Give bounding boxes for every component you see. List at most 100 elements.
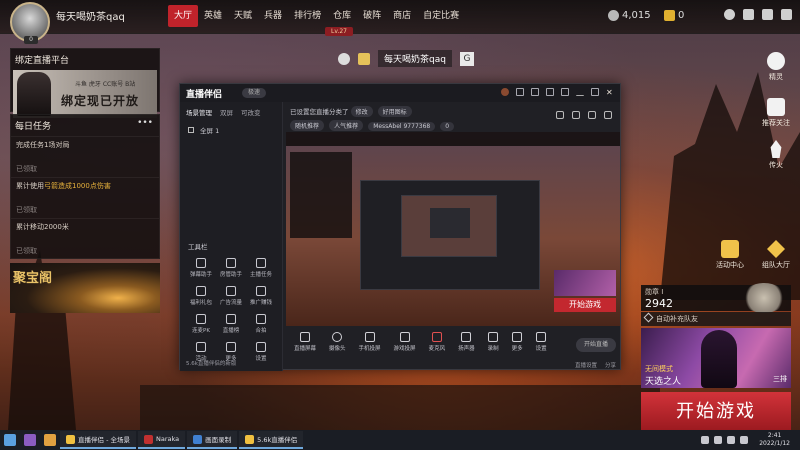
stream-settings-link[interactable]: 直播设置 (575, 361, 597, 369)
source-screen[interactable]: 直播屏幕 (294, 332, 316, 352)
tray-chevron-icon[interactable] (701, 436, 710, 444)
tool-duet[interactable]: 合拍 (246, 314, 276, 334)
flag-icon[interactable] (358, 52, 370, 65)
go-live-button[interactable]: 开始直播 (576, 338, 616, 352)
nav-lobby[interactable]: 大厅 (168, 5, 199, 27)
gold-bar-icon (664, 10, 675, 21)
auto-fill-toggle[interactable]: 自动补充队友 (641, 312, 791, 326)
nav-weapons[interactable]: 兵器 (258, 5, 288, 27)
nav-custom-match[interactable]: 自定比赛 (417, 5, 465, 27)
volume-icon[interactable] (727, 436, 736, 444)
random-recommend-pill[interactable]: 随机推荐 (290, 120, 325, 131)
nav-leaderboard[interactable]: 排行榜 (288, 5, 327, 27)
settings-control[interactable]: 设置 (536, 332, 547, 352)
chat-icon[interactable] (531, 88, 539, 96)
source-camera[interactable]: 摄像头 (329, 332, 346, 352)
coin-currency[interactable]: 0 (664, 10, 684, 21)
version-note[interactable]: 5.6k直播伴侣的新版 (186, 359, 236, 367)
tool-settings[interactable]: 设置 (246, 342, 276, 362)
taskbar-app-recorder[interactable]: 画面录制 (187, 431, 238, 449)
center-player-row: 每天喝奶茶qaq G (338, 50, 474, 67)
team-hall-button[interactable]: 组队大厅 (756, 240, 796, 270)
rank-emblem-icon (742, 283, 786, 313)
user-avatar-icon[interactable] (501, 88, 509, 96)
help-icon[interactable] (724, 9, 735, 20)
more-options-icon[interactable]: ••• (137, 118, 153, 128)
minimize-icon[interactable] (576, 88, 584, 96)
tool-ranking[interactable]: 直播榜 (216, 314, 246, 334)
crop-icon[interactable] (588, 111, 596, 119)
popular-recommend-pill[interactable]: 人气推荐 (329, 120, 364, 131)
system-clock[interactable]: 2:41 2022/1/12 (759, 432, 790, 448)
scene-item[interactable]: 全屏 1 (180, 122, 282, 138)
pass-fire-button[interactable]: 传火 (762, 140, 790, 170)
mail-icon[interactable] (743, 9, 754, 20)
friends-icon[interactable] (762, 9, 773, 20)
app-tag[interactable]: 极速 (242, 88, 266, 98)
taskbar-app-naraka[interactable]: Naraka (137, 431, 186, 449)
good-icon-button[interactable]: 好用图标 (377, 106, 412, 117)
start-menu-icon[interactable] (4, 434, 16, 446)
nav-heroes[interactable]: 英雄 (198, 5, 228, 27)
taskbar-app-stream[interactable]: 直播伴侣 - 全场景 (60, 431, 136, 449)
taskbar-app-stream2[interactable]: 5.6k直播伴侣 (239, 431, 304, 449)
nav-shop[interactable]: 商店 (387, 5, 417, 27)
window-titlebar[interactable]: 直播伴侣 极速 ✕ (180, 84, 620, 102)
task-highlight: 弓箭造成1000点伤害 (44, 182, 111, 190)
share-icon[interactable] (604, 111, 612, 119)
record-control[interactable]: 录制 (488, 332, 499, 352)
settings-icon[interactable] (546, 88, 554, 96)
more-icon (226, 342, 236, 352)
menu-icon[interactable] (781, 9, 792, 20)
tool-pk[interactable]: 连麦PK (186, 314, 216, 334)
start-game-button[interactable]: 开始游戏 (641, 392, 791, 430)
game-mode-card[interactable]: 无间模式 天选之人 三排 (641, 328, 791, 388)
tab-scene-manage[interactable]: 场景管理 (186, 107, 212, 117)
guild-badge[interactable]: G (459, 51, 474, 66)
spirit-button[interactable]: 精灵 (762, 52, 790, 82)
microphone-control[interactable]: 麦克风 (429, 332, 445, 352)
settings-gear-icon[interactable] (338, 52, 350, 65)
nav-talents[interactable]: 天赋 (228, 5, 258, 27)
recommend-follow-button[interactable]: 推荐关注 (762, 98, 790, 128)
tool-label: 弹幕助手 (189, 272, 212, 278)
pinned-app-icon[interactable] (24, 434, 36, 446)
nav-inventory[interactable]: 仓库 (327, 5, 357, 27)
live-platform-panel[interactable]: 绑定直播平台 斗鱼 虎牙 CC账号 B站 绑定现已开放 (10, 48, 160, 118)
more-control[interactable]: 更多 (512, 332, 523, 352)
tool-danmu-helper[interactable]: 弹幕助手 (186, 258, 216, 278)
source-phone[interactable]: 手机投屏 (359, 332, 381, 352)
maximize-icon[interactable] (591, 88, 599, 96)
task-desc: 累计移动2000米 (16, 223, 69, 231)
tool-promote[interactable]: 推广赚钱 (246, 286, 276, 306)
tool-ad-traffic[interactable]: 广告流量 (216, 286, 246, 306)
tool-room-admin[interactable]: 房管助手 (216, 258, 246, 278)
treasure-pavilion-card[interactable]: 聚宝阁 (10, 263, 160, 313)
activity-center-button[interactable]: 活动中心 (710, 240, 750, 270)
tool-welfare[interactable]: 福利礼包 (186, 286, 216, 306)
record-icon (488, 332, 499, 342)
live-platform-banner[interactable]: 斗鱼 虎牙 CC账号 B站 绑定现已开放 (13, 70, 157, 118)
tool-streamer-task[interactable]: 主播任务 (246, 258, 276, 278)
tab-dual-screen[interactable]: 双屏 (220, 107, 233, 117)
pinned-app-icon[interactable] (44, 434, 56, 446)
edit-category-button[interactable]: 修改 (350, 106, 373, 117)
network-icon[interactable] (714, 436, 723, 444)
share-link[interactable]: 分享 (605, 361, 616, 369)
mail-icon[interactable] (516, 88, 524, 96)
app-icon (66, 434, 75, 444)
stream-preview[interactable]: 开始游戏 (286, 132, 620, 326)
menu-icon[interactable] (561, 88, 569, 96)
tab-editable[interactable]: 可改变 (241, 107, 261, 117)
ime-icon[interactable] (740, 436, 749, 444)
close-icon[interactable]: ✕ (606, 88, 614, 97)
grid-icon[interactable] (556, 111, 564, 119)
source-game[interactable]: 游戏投屏 (394, 332, 416, 352)
gold-currency[interactable]: 4,015 (608, 10, 651, 21)
eye-icon[interactable] (188, 127, 194, 133)
lock-icon[interactable] (572, 111, 580, 119)
task-item: 累计移动2000米 已领取 (11, 218, 159, 259)
nav-formation[interactable]: 破阵 (357, 5, 387, 27)
speaker-control[interactable]: 扬声器 (458, 332, 475, 352)
banner-headline: 绑定现已开放 (61, 94, 140, 108)
